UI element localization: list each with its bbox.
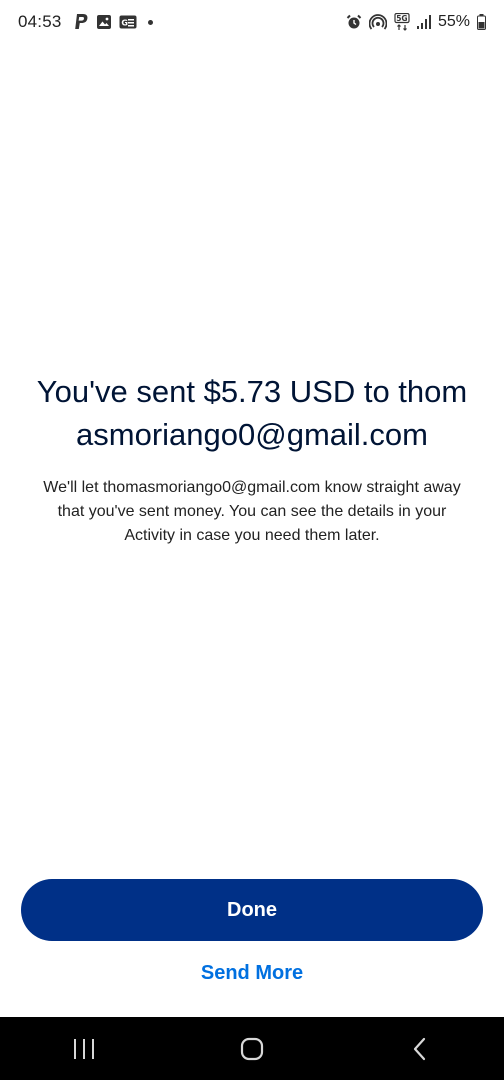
hotspot-icon: [368, 14, 387, 30]
send-more-link[interactable]: Send More: [0, 962, 504, 985]
battery-icon: [477, 14, 486, 30]
paypal-icon: [73, 13, 89, 31]
status-time: 04:53: [18, 12, 62, 31]
status-bar-left: 04:53 G: [18, 12, 153, 32]
status-bar: 04:53 G 5G 55%: [0, 0, 504, 44]
svg-text:5G: 5G: [396, 14, 407, 23]
5g-icon: 5G: [394, 13, 410, 31]
news-icon: G: [119, 15, 137, 29]
confirmation-content: You've sent $5.73 USD to thomasmoriango0…: [0, 370, 504, 548]
notification-dot: [147, 19, 153, 25]
back-button[interactable]: [380, 1024, 460, 1074]
done-button[interactable]: Done: [21, 879, 483, 941]
home-button[interactable]: [212, 1024, 292, 1074]
confirmation-message: We'll let thomasmoriango0@gmail.com know…: [43, 479, 461, 544]
svg-text:G: G: [121, 19, 128, 28]
home-icon: [240, 1037, 264, 1060]
recent-apps-icon: [74, 1038, 94, 1059]
image-icon: [96, 14, 112, 30]
signal-icon: [416, 15, 431, 29]
status-bar-right: 5G 55%: [346, 13, 486, 31]
confirmation-headline: You've sent $5.73 USD to thomasmoriango0…: [36, 374, 468, 452]
battery-percentage: 55%: [437, 13, 470, 30]
recent-apps-button[interactable]: [44, 1024, 124, 1074]
back-icon: [413, 1037, 426, 1060]
alarm-icon: [346, 14, 362, 30]
navigation-bar: [0, 1017, 504, 1080]
